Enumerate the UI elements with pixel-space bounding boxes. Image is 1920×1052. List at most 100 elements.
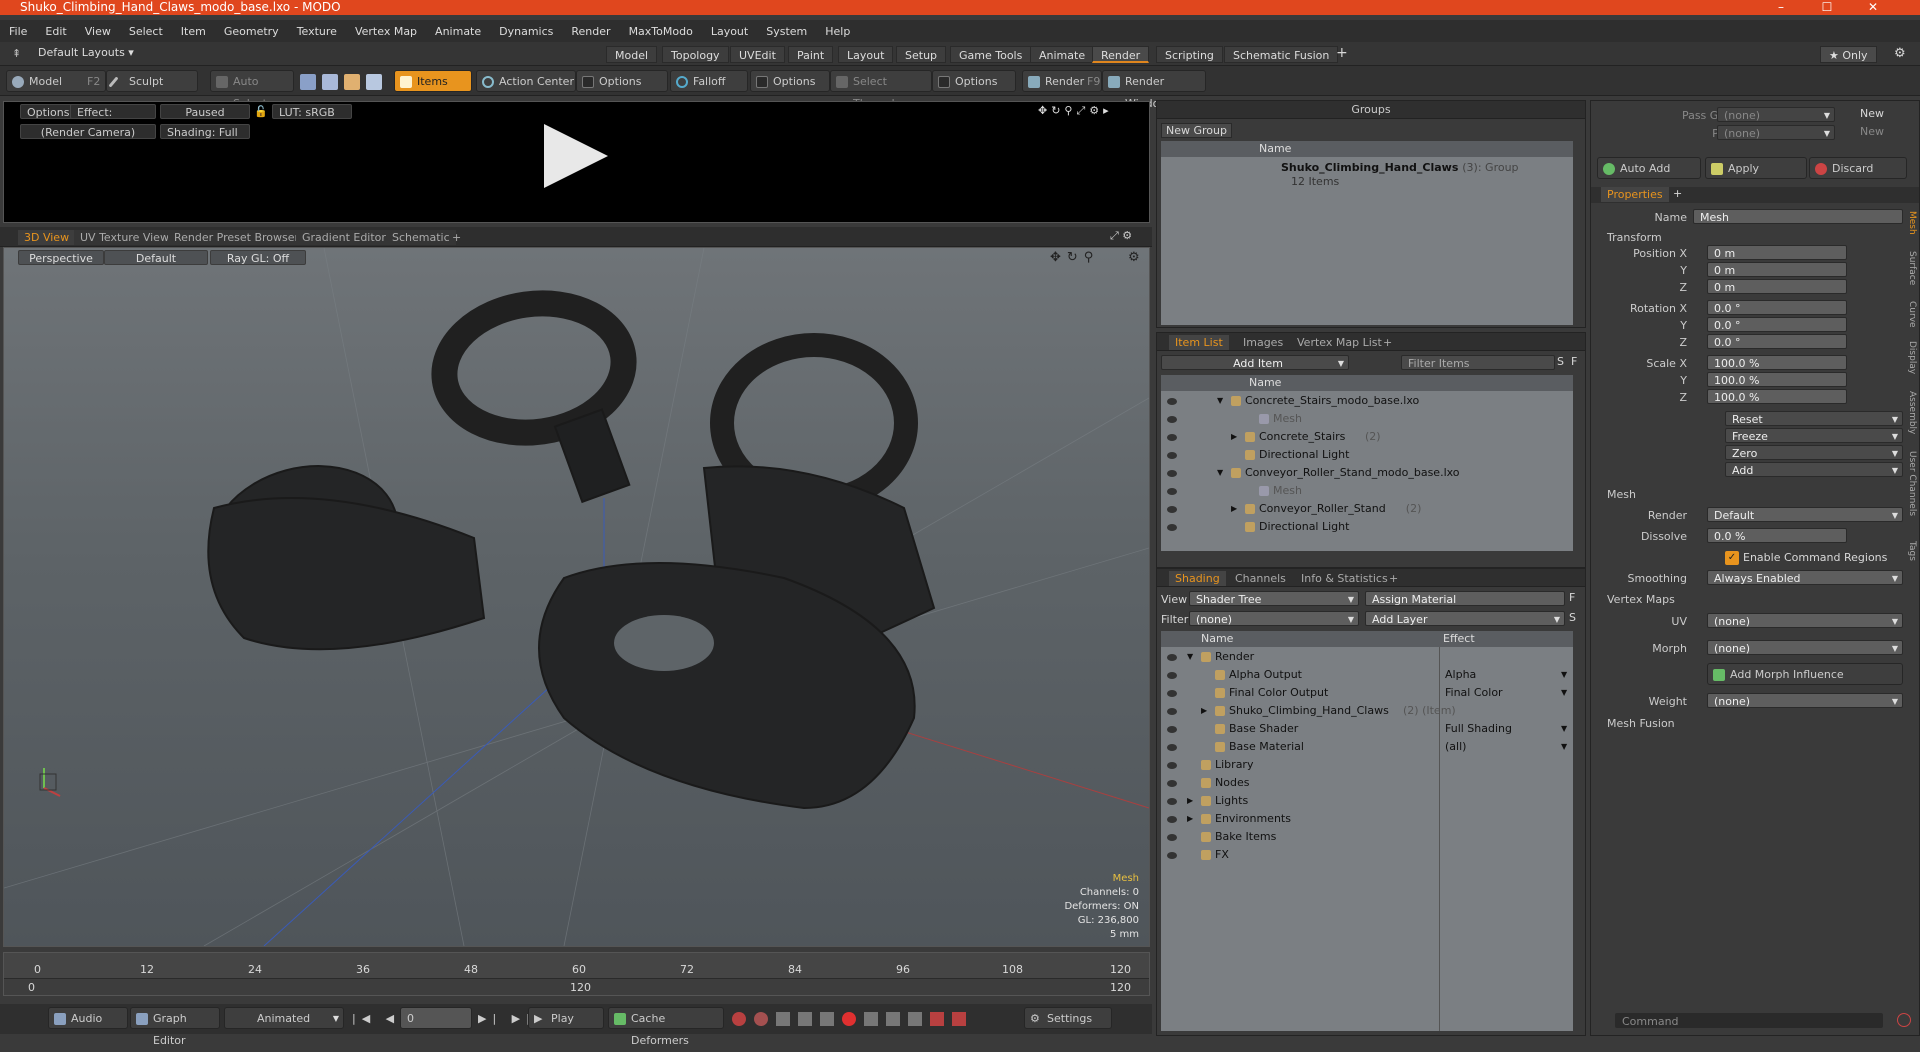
shader-row[interactable]: FX xyxy=(1161,846,1573,864)
menu-dynamics[interactable]: Dynamics xyxy=(490,25,562,38)
vertex-maps-section[interactable]: Vertex Maps xyxy=(1607,593,1675,606)
first-key-icon[interactable] xyxy=(886,1012,900,1026)
record-icon[interactable] xyxy=(842,1012,856,1026)
apply-button[interactable]: Apply xyxy=(1705,157,1807,179)
eye-icon[interactable] xyxy=(1167,780,1177,787)
menu-geometry[interactable]: Geometry xyxy=(215,25,288,38)
delete-key-icon[interactable] xyxy=(930,1012,944,1026)
eye-icon[interactable] xyxy=(1167,762,1177,769)
render-window-button[interactable]: Render Window xyxy=(1102,70,1206,110)
tab-3d-view[interactable]: 3D View xyxy=(18,230,76,245)
new-group-button[interactable]: New Group xyxy=(1161,123,1232,138)
frame-field[interactable]: 0 xyxy=(400,1007,472,1029)
eye-icon[interactable] xyxy=(1167,524,1177,531)
item-row[interactable]: ▼ Conveyor_Roller_Stand_modo_base.lxo xyxy=(1161,464,1573,482)
menu-view[interactable]: View xyxy=(76,25,120,38)
item-row[interactable]: Mesh xyxy=(1161,410,1573,428)
polygons-icon[interactable] xyxy=(344,74,360,90)
menu-animate[interactable]: Animate xyxy=(426,25,490,38)
tab-render[interactable]: Render xyxy=(1092,46,1150,63)
shader-row[interactable]: Base Material (all) ▼ xyxy=(1161,738,1573,756)
item-row[interactable]: Mesh xyxy=(1161,482,1573,500)
collapse-icon[interactable]: ▼ xyxy=(1217,464,1223,482)
eye-icon[interactable] xyxy=(1167,834,1177,841)
scale-x-field[interactable]: 100.0 % xyxy=(1707,355,1847,370)
eye-icon[interactable] xyxy=(1167,690,1177,697)
zero-dropdown[interactable]: Zero ▼ xyxy=(1725,445,1903,460)
mesh-fusion-section[interactable]: Mesh Fusion xyxy=(1607,717,1675,730)
shading-dropdown[interactable]: Shading: Full xyxy=(160,124,250,139)
menu-layout[interactable]: Layout xyxy=(702,25,757,38)
reset-dropdown[interactable]: Reset ▼ xyxy=(1725,411,1903,426)
item-row[interactable]: ▶ Conveyor_Roller_Stand (2) xyxy=(1161,500,1573,518)
shader-row[interactable]: ▶ Lights xyxy=(1161,792,1573,810)
only-toggle[interactable]: ★ Only xyxy=(1820,46,1877,63)
rotation-x-field[interactable]: 0.0 ° xyxy=(1707,300,1847,315)
add-morph-influence-button[interactable]: Add Morph Influence xyxy=(1707,663,1903,685)
add-tab-button[interactable]: + xyxy=(1336,45,1348,61)
add-shading-tab-button[interactable]: + xyxy=(1383,571,1404,586)
eye-icon[interactable] xyxy=(1167,744,1177,751)
stop-icon[interactable] xyxy=(1897,1013,1911,1027)
prev-key-icon[interactable] xyxy=(776,1012,790,1026)
tab-info-statistics[interactable]: Info & Statistics xyxy=(1295,571,1394,586)
tab-scripting[interactable]: Scripting xyxy=(1156,46,1223,63)
render-button[interactable]: Render F9 xyxy=(1022,70,1102,92)
tab-render-preset-browser[interactable]: Render Preset Browser xyxy=(168,230,306,245)
add-viewport-tab-button[interactable]: + xyxy=(446,230,467,245)
tab-game-tools[interactable]: Game Tools xyxy=(950,46,1032,63)
preview-view-icons[interactable]: ✥↻⚲⤢⚙▸ xyxy=(1038,104,1113,118)
eye-icon[interactable] xyxy=(1167,798,1177,805)
view-dropdown[interactable]: Shader Tree ▼ xyxy=(1189,591,1359,606)
3d-viewport[interactable]: Perspective Default Ray GL: Off ✥↻⚲ ⚙ Me… xyxy=(3,247,1150,947)
add-properties-tab-button[interactable]: + xyxy=(1673,187,1682,200)
position-y-field[interactable]: 0 m xyxy=(1707,262,1847,277)
tab-vertex-map-list[interactable]: Vertex Map List xyxy=(1291,335,1388,350)
key-filter-icon[interactable] xyxy=(820,1012,834,1026)
last-key-icon[interactable] xyxy=(908,1012,922,1026)
groups-name-header[interactable]: Name xyxy=(1161,141,1573,157)
passes-dropdown[interactable]: (none) ▼ xyxy=(1717,125,1835,140)
shader-row[interactable]: Final Color Output Final Color ▼ xyxy=(1161,684,1573,702)
add-layer-dropdown[interactable]: Add Layer ▼ xyxy=(1365,611,1565,626)
shader-effect-header[interactable]: Effect xyxy=(1443,631,1475,647)
item-row[interactable]: ▼ Concrete_Stairs_modo_base.lxo xyxy=(1161,392,1573,410)
falloff-button[interactable]: Falloff xyxy=(670,70,748,92)
tab-schematic-fusion[interactable]: Schematic Fusion xyxy=(1224,46,1339,63)
eye-icon[interactable] xyxy=(1167,416,1177,423)
morph-dropdown[interactable]: (none) ▼ xyxy=(1707,640,1903,655)
select-through-button[interactable]: Select Through xyxy=(830,70,932,110)
effect-dropdown[interactable]: Final Color xyxy=(1445,684,1503,702)
side-tab-surface[interactable]: Surface xyxy=(1903,251,1917,285)
command-input[interactable]: Command xyxy=(1615,1013,1883,1028)
shader-row[interactable]: ▶ Environments xyxy=(1161,810,1573,828)
expand-icon[interactable]: ▶ xyxy=(1187,792,1193,810)
render-dropdown[interactable]: Default ▼ xyxy=(1707,507,1903,522)
s-button[interactable]: S xyxy=(1557,355,1564,368)
eye-icon[interactable] xyxy=(1167,398,1177,405)
dissolve-field[interactable]: 0.0 % xyxy=(1707,528,1847,543)
smoothing-dropdown[interactable]: Always Enabled ▼ xyxy=(1707,570,1903,585)
tab-properties[interactable]: Properties xyxy=(1601,187,1669,202)
eye-icon[interactable] xyxy=(1167,816,1177,823)
side-tab-display[interactable]: Display xyxy=(1903,341,1917,374)
position-z-field[interactable]: 0 m xyxy=(1707,279,1847,294)
vertices-icon[interactable] xyxy=(300,74,316,90)
transform-section[interactable]: Transform xyxy=(1607,231,1662,244)
close-button[interactable]: ✕ xyxy=(1850,0,1896,15)
menu-edit[interactable]: Edit xyxy=(36,25,75,38)
shader-name-header[interactable]: Name xyxy=(1201,632,1233,645)
new-pass-button[interactable]: New xyxy=(1839,125,1905,138)
shader-row[interactable]: Library xyxy=(1161,756,1573,774)
filter-dropdown[interactable]: (none) ▼ xyxy=(1189,611,1359,626)
shader-row[interactable]: Nodes xyxy=(1161,774,1573,792)
tab-topology[interactable]: Topology xyxy=(662,46,729,63)
new-pass-group-button[interactable]: New xyxy=(1839,107,1905,120)
eye-icon[interactable] xyxy=(1167,672,1177,679)
assign-material-dropdown[interactable]: Assign Material xyxy=(1365,591,1565,606)
paused-button[interactable]: Paused xyxy=(160,104,250,119)
tab-setup[interactable]: Setup xyxy=(896,46,947,63)
key-all-icon[interactable] xyxy=(864,1012,878,1026)
sculpt-button[interactable]: Sculpt xyxy=(106,70,198,92)
menu-item[interactable]: Item xyxy=(172,25,215,38)
